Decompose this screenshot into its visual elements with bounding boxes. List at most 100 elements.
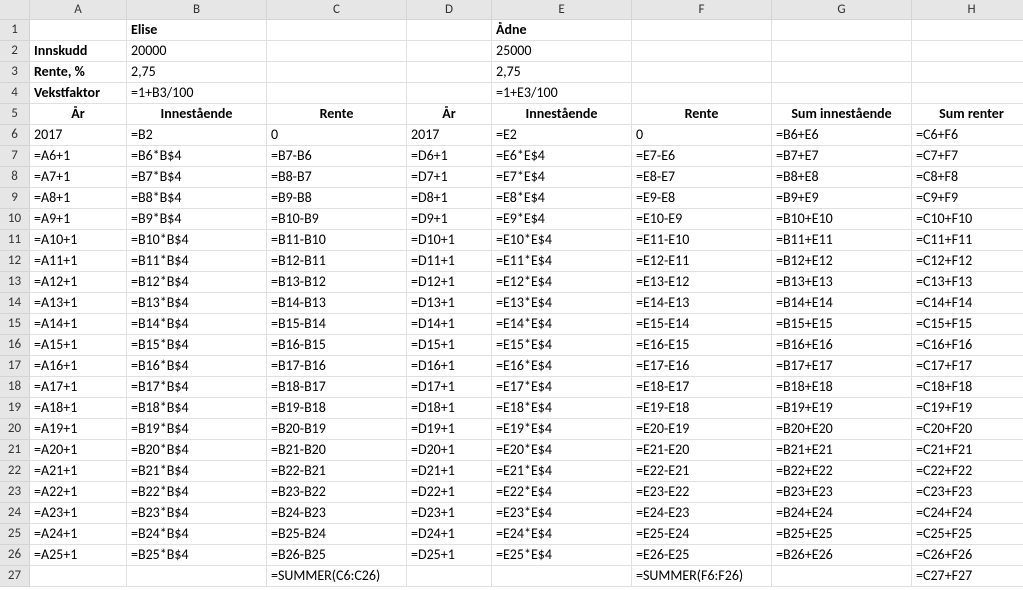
cell-F24[interactable]: =E24-E23	[632, 503, 772, 524]
cell-G5[interactable]: Sum innestående	[772, 104, 912, 125]
cell-E22[interactable]: =E21*E$4	[492, 461, 632, 482]
cell-C15[interactable]: =B15-B14	[267, 314, 407, 335]
cell-D3[interactable]	[407, 62, 492, 83]
cell-E5[interactable]: Innestående	[492, 104, 632, 125]
cell-C6[interactable]: 0	[267, 125, 407, 146]
cell-C10[interactable]: =B10-B9	[267, 209, 407, 230]
cell-E8[interactable]: =E7*E$4	[492, 167, 632, 188]
row-header-11[interactable]: 11	[0, 230, 30, 251]
cell-G2[interactable]	[772, 41, 912, 62]
cell-D14[interactable]: =D13+1	[407, 293, 492, 314]
cell-G6[interactable]: =B6+E6	[772, 125, 912, 146]
cell-E11[interactable]: =E10*E$4	[492, 230, 632, 251]
row-header-26[interactable]: 26	[0, 545, 30, 566]
cell-E26[interactable]: =E25*E$4	[492, 545, 632, 566]
cell-B3[interactable]: 2,75	[127, 62, 267, 83]
cell-H15[interactable]: =C15+F15	[912, 314, 1023, 335]
cell-B10[interactable]: =B9*B$4	[127, 209, 267, 230]
cell-E16[interactable]: =E15*E$4	[492, 335, 632, 356]
cell-G26[interactable]: =B26+E26	[772, 545, 912, 566]
cell-H6[interactable]: =C6+F6	[912, 125, 1023, 146]
cell-E6[interactable]: =E2	[492, 125, 632, 146]
cell-C13[interactable]: =B13-B12	[267, 272, 407, 293]
cell-E12[interactable]: =E11*E$4	[492, 251, 632, 272]
cell-D16[interactable]: =D15+1	[407, 335, 492, 356]
cell-F13[interactable]: =E13-E12	[632, 272, 772, 293]
cell-B6[interactable]: =B2	[127, 125, 267, 146]
cell-H8[interactable]: =C8+F8	[912, 167, 1023, 188]
cell-A22[interactable]: =A21+1	[30, 461, 127, 482]
cell-F9[interactable]: =E9-E8	[632, 188, 772, 209]
cell-D17[interactable]: =D16+1	[407, 356, 492, 377]
cell-D24[interactable]: =D23+1	[407, 503, 492, 524]
cell-B16[interactable]: =B15*B$4	[127, 335, 267, 356]
cell-F5[interactable]: Rente	[632, 104, 772, 125]
cell-G13[interactable]: =B13+E13	[772, 272, 912, 293]
cell-A17[interactable]: =A16+1	[30, 356, 127, 377]
row-header-23[interactable]: 23	[0, 482, 30, 503]
cell-C1[interactable]	[267, 20, 407, 41]
col-header-B[interactable]: B	[127, 0, 267, 20]
cell-B20[interactable]: =B19*B$4	[127, 419, 267, 440]
row-header-27[interactable]: 27	[0, 566, 30, 587]
cell-D1[interactable]	[407, 20, 492, 41]
row-header-1[interactable]: 1	[0, 20, 30, 41]
cell-F15[interactable]: =E15-E14	[632, 314, 772, 335]
row-header-16[interactable]: 16	[0, 335, 30, 356]
cell-F20[interactable]: =E20-E19	[632, 419, 772, 440]
cell-F26[interactable]: =E26-E25	[632, 545, 772, 566]
cell-C12[interactable]: =B12-B11	[267, 251, 407, 272]
cell-B26[interactable]: =B25*B$4	[127, 545, 267, 566]
cell-G24[interactable]: =B24+E24	[772, 503, 912, 524]
cell-F14[interactable]: =E14-E13	[632, 293, 772, 314]
cell-H12[interactable]: =C12+F12	[912, 251, 1023, 272]
cell-E1[interactable]: Ådne	[492, 20, 632, 41]
row-header-24[interactable]: 24	[0, 503, 30, 524]
cell-H20[interactable]: =C20+F20	[912, 419, 1023, 440]
cell-H24[interactable]: =C24+F24	[912, 503, 1023, 524]
cell-H7[interactable]: =C7+F7	[912, 146, 1023, 167]
row-header-15[interactable]: 15	[0, 314, 30, 335]
cell-C25[interactable]: =B25-B24	[267, 524, 407, 545]
row-header-4[interactable]: 4	[0, 83, 30, 104]
cell-A13[interactable]: =A12+1	[30, 272, 127, 293]
row-header-14[interactable]: 14	[0, 293, 30, 314]
cell-D10[interactable]: =D9+1	[407, 209, 492, 230]
cell-E18[interactable]: =E17*E$4	[492, 377, 632, 398]
cell-C23[interactable]: =B23-B22	[267, 482, 407, 503]
cell-B2[interactable]: 20000	[127, 41, 267, 62]
cell-A27[interactable]	[30, 566, 127, 587]
cell-C7[interactable]: =B7-B6	[267, 146, 407, 167]
cell-D11[interactable]: =D10+1	[407, 230, 492, 251]
cell-E7[interactable]: =E6*E$4	[492, 146, 632, 167]
cell-H1[interactable]	[912, 20, 1023, 41]
cell-A2[interactable]: Innskudd	[30, 41, 127, 62]
cell-G1[interactable]	[772, 20, 912, 41]
cell-B15[interactable]: =B14*B$4	[127, 314, 267, 335]
cell-H5[interactable]: Sum renter	[912, 104, 1023, 125]
cell-A9[interactable]: =A8+1	[30, 188, 127, 209]
cell-F6[interactable]: 0	[632, 125, 772, 146]
cell-B17[interactable]: =B16*B$4	[127, 356, 267, 377]
cell-G9[interactable]: =B9+E9	[772, 188, 912, 209]
cell-B4[interactable]: =1+B3/100	[127, 83, 267, 104]
cell-B8[interactable]: =B7*B$4	[127, 167, 267, 188]
cell-H11[interactable]: =C11+F11	[912, 230, 1023, 251]
cell-H9[interactable]: =C9+F9	[912, 188, 1023, 209]
cell-B9[interactable]: =B8*B$4	[127, 188, 267, 209]
cell-F16[interactable]: =E16-E15	[632, 335, 772, 356]
cell-A16[interactable]: =A15+1	[30, 335, 127, 356]
cell-A25[interactable]: =A24+1	[30, 524, 127, 545]
cell-F27[interactable]: =SUMMER(F6:F26)	[632, 566, 772, 587]
cell-A3[interactable]: Rente, %	[30, 62, 127, 83]
cell-H3[interactable]	[912, 62, 1023, 83]
cell-H19[interactable]: =C19+F19	[912, 398, 1023, 419]
cell-B5[interactable]: Innestående	[127, 104, 267, 125]
cell-B14[interactable]: =B13*B$4	[127, 293, 267, 314]
cell-C4[interactable]	[267, 83, 407, 104]
cell-F10[interactable]: =E10-E9	[632, 209, 772, 230]
cell-E14[interactable]: =E13*E$4	[492, 293, 632, 314]
row-header-10[interactable]: 10	[0, 209, 30, 230]
cell-F18[interactable]: =E18-E17	[632, 377, 772, 398]
cell-G14[interactable]: =B14+E14	[772, 293, 912, 314]
